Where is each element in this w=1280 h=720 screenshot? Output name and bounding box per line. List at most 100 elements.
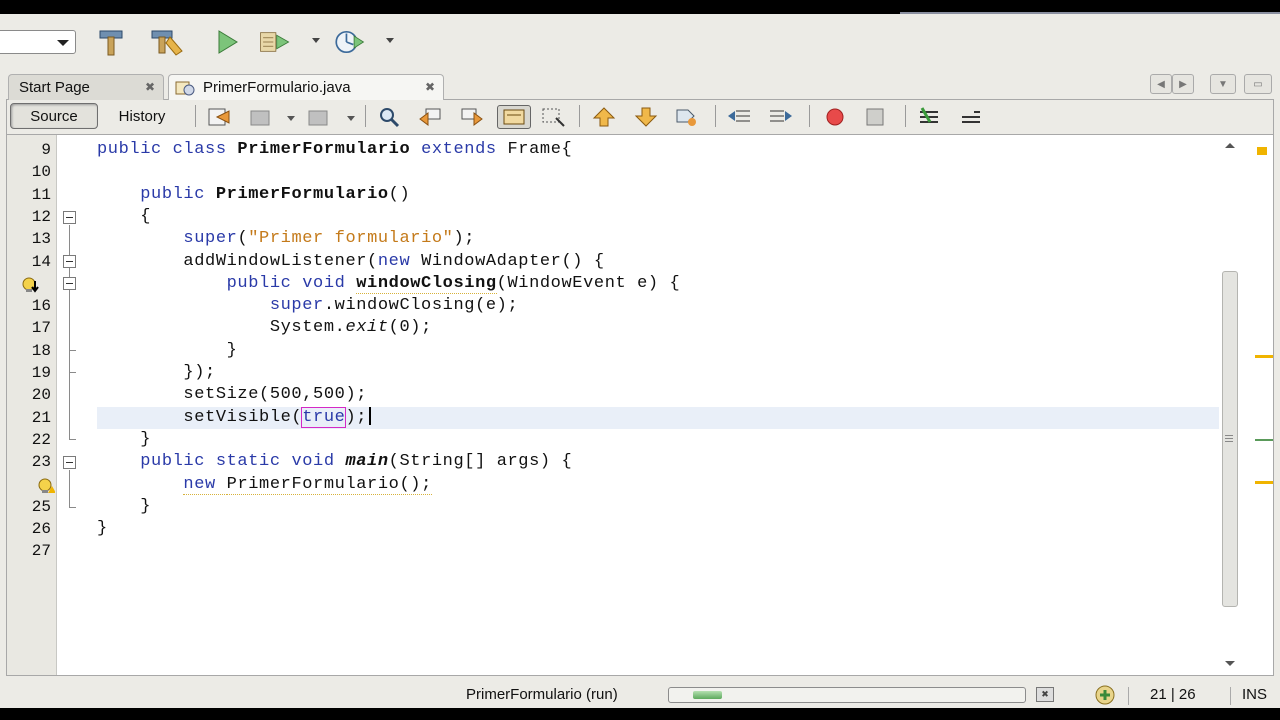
code-line[interactable]: 13 super("Primer formulario"); xyxy=(7,228,1219,250)
code-line[interactable]: 25 } xyxy=(7,496,1219,518)
scroll-tabs-right-icon[interactable]: ▶ xyxy=(1172,74,1194,94)
text-caret xyxy=(369,407,372,426)
code-line[interactable]: 23 public static void main(String[] args… xyxy=(7,451,1219,473)
code-line[interactable]: 11 public PrimerFormulario() xyxy=(7,184,1219,206)
cancel-task-icon[interactable]: ✖ xyxy=(1036,687,1054,702)
status-bar: PrimerFormulario (run) ✖ 21 | 26 INS xyxy=(0,682,1280,708)
code-token: ); xyxy=(453,229,476,249)
comment-icon[interactable] xyxy=(915,105,943,129)
code-line[interactable]: 16 super.windowClosing(e); xyxy=(7,295,1219,317)
caret-position-mark xyxy=(1255,439,1273,441)
line-number: 26 xyxy=(31,520,51,539)
profile-dropdown-icon[interactable] xyxy=(386,38,394,43)
profile-icon[interactable] xyxy=(332,26,366,58)
close-icon[interactable]: ✖ xyxy=(145,80,155,94)
start-macro-recording-icon[interactable] xyxy=(821,105,849,129)
fold-toggle-icon[interactable] xyxy=(63,277,76,290)
scroll-down-icon[interactable] xyxy=(1225,661,1235,666)
code-token: setVisible( xyxy=(97,407,303,427)
show-opened-documents-icon[interactable]: ▼ xyxy=(1210,74,1236,94)
line-number: 23 xyxy=(31,453,51,472)
back-dropdown-icon[interactable] xyxy=(287,116,295,121)
next-bookmark-icon[interactable] xyxy=(633,105,661,129)
maximize-window-icon[interactable]: ▭ xyxy=(1244,74,1272,94)
configuration-combo[interactable] xyxy=(0,30,76,54)
scrollbar-thumb[interactable] xyxy=(1222,271,1238,607)
code-line[interactable]: 26} xyxy=(7,518,1219,540)
code-editor[interactable]: 9 public class PrimerFormulario extends F… xyxy=(6,134,1274,676)
code-line[interactable]: 10 xyxy=(7,161,1219,183)
line-number: 20 xyxy=(31,386,51,405)
clean-build-icon[interactable] xyxy=(150,26,184,58)
code-line[interactable]: 14 addWindowListener(new WindowAdapter()… xyxy=(7,251,1219,273)
toggle-highlight-search-icon[interactable] xyxy=(497,105,531,129)
code-text: public void windowClosing(WindowEvent e)… xyxy=(97,273,680,295)
find-selection-icon[interactable] xyxy=(375,105,403,129)
find-next-icon[interactable] xyxy=(457,105,485,129)
debug-icon[interactable] xyxy=(258,26,292,58)
code-line[interactable]: public void windowClosing(WindowEvent e)… xyxy=(7,273,1219,295)
code-token: (String[] args) { xyxy=(388,452,573,472)
tab-start-page[interactable]: Start Page ✖ xyxy=(8,74,164,100)
override-hint-icon[interactable] xyxy=(21,277,39,293)
warning-hint-icon[interactable] xyxy=(37,478,55,494)
find-previous-icon[interactable] xyxy=(417,105,445,129)
fold-toggle-icon[interactable] xyxy=(63,211,76,224)
code-line[interactable]: 18 } xyxy=(7,340,1219,362)
previous-bookmark-icon[interactable] xyxy=(591,105,619,129)
stop-macro-recording-icon[interactable] xyxy=(861,105,889,129)
screen-top-bar xyxy=(0,0,1280,14)
history-button[interactable]: History xyxy=(101,103,183,129)
shift-line-right-icon[interactable] xyxy=(767,105,795,129)
forward-icon[interactable] xyxy=(305,105,333,129)
source-button[interactable]: Source xyxy=(10,103,98,129)
code-line[interactable]: 20 setSize(500,500); xyxy=(7,384,1219,406)
code-text: super.windowClosing(e); xyxy=(97,295,518,317)
code-line[interactable]: new PrimerFormulario(); xyxy=(7,474,1219,496)
code-token: new xyxy=(183,474,227,495)
code-token: extends xyxy=(421,140,508,159)
code-line[interactable]: 21 setVisible(true); xyxy=(32,406,1219,429)
close-icon[interactable]: ✖ xyxy=(425,80,435,94)
toggle-bookmark-icon[interactable] xyxy=(673,105,701,129)
fold-toggle-icon[interactable] xyxy=(63,255,76,268)
error-stripe[interactable] xyxy=(1241,135,1273,675)
code-line[interactable]: 27 xyxy=(7,540,1219,562)
code-text: } xyxy=(97,340,237,362)
scroll-up-icon[interactable] xyxy=(1225,143,1235,148)
uncomment-icon[interactable] xyxy=(957,105,985,129)
code-line[interactable]: 19 }); xyxy=(7,362,1219,384)
code-text: { xyxy=(97,206,151,228)
debug-dropdown-icon[interactable] xyxy=(312,38,320,43)
cursor-position: 21 | 26 xyxy=(1150,686,1196,703)
warning-summary-icon[interactable] xyxy=(1257,147,1267,155)
code-text: new PrimerFormulario(); xyxy=(97,474,432,496)
insert-mode-indicator[interactable]: INS xyxy=(1242,686,1267,703)
code-line[interactable]: 9 public class PrimerFormulario extends F… xyxy=(7,139,1219,161)
back-icon[interactable] xyxy=(247,105,275,129)
forward-dropdown-icon[interactable] xyxy=(347,116,355,121)
scroll-tabs-left-icon[interactable]: ◀ xyxy=(1150,74,1172,94)
code-line[interactable]: 22 } xyxy=(7,429,1219,451)
code-line[interactable]: 12 { xyxy=(7,206,1219,228)
vertical-scrollbar[interactable] xyxy=(1221,135,1239,675)
running-task-label[interactable]: PrimerFormulario (run) xyxy=(466,686,618,703)
warning-mark[interactable] xyxy=(1255,355,1273,358)
warning-mark[interactable] xyxy=(1255,481,1273,484)
tab-primerformulario-java[interactable]: PrimerFormulario.java ✖ xyxy=(168,74,444,101)
code-line[interactable]: 17 System.exit(0); xyxy=(7,317,1219,339)
code-token: super xyxy=(269,296,324,316)
code-text: public PrimerFormulario() xyxy=(97,184,410,206)
garbage-collect-icon[interactable] xyxy=(1092,684,1118,706)
last-edit-icon[interactable] xyxy=(205,105,233,129)
code-text: }); xyxy=(97,362,216,384)
build-hammer-icon[interactable] xyxy=(94,26,128,58)
screen-bottom-bar xyxy=(0,708,1280,720)
toggle-rectangular-selection-icon[interactable] xyxy=(539,105,567,129)
line-number: 9 xyxy=(41,141,51,159)
code-text: System.exit(0); xyxy=(97,317,432,339)
run-icon[interactable] xyxy=(210,26,244,58)
shift-line-left-icon[interactable] xyxy=(725,105,753,129)
fold-toggle-icon[interactable] xyxy=(63,456,76,469)
tab-label: PrimerFormulario.java xyxy=(203,79,351,96)
